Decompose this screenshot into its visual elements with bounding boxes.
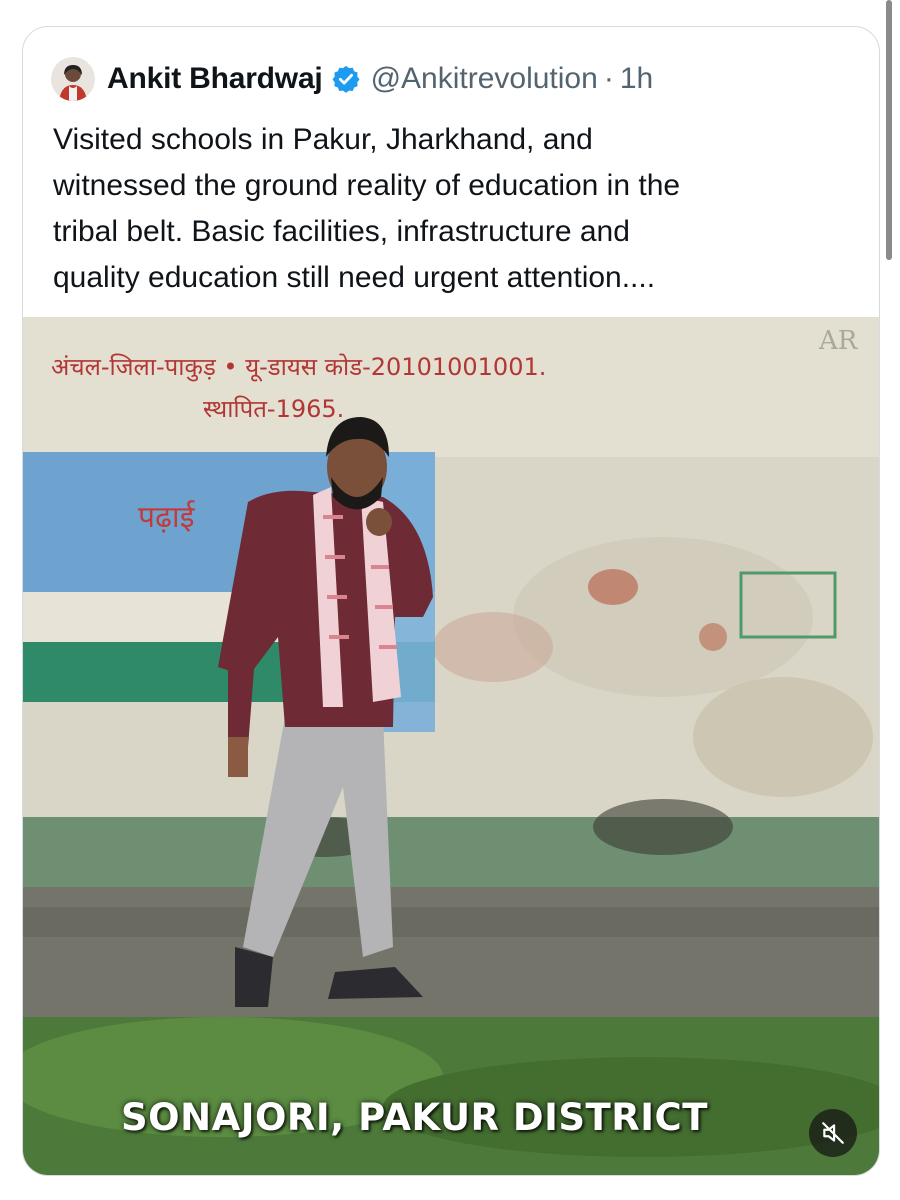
tweet-timestamp[interactable]: 1h xyxy=(620,62,653,96)
mute-button[interactable] xyxy=(809,1109,857,1157)
tweet-text: Visited schools in Pakur, Jharkhand, and… xyxy=(53,117,853,301)
tweet-header: Ankit Bhardwaj @Ankitrevolution · 1h xyxy=(51,55,653,103)
user-avatar-icon[interactable] xyxy=(51,57,95,101)
video-frame: पढ़ाई अंचल-जिला-पाकुड़ • यू-डायस कोड-201… xyxy=(23,317,879,1175)
page: Ankit Bhardwaj @Ankitrevolution · 1h Vis… xyxy=(0,0,900,1200)
scrollbar-thumb[interactable] xyxy=(886,0,892,260)
tweet-text-line: quality education still need urgent atte… xyxy=(53,261,656,294)
author-name[interactable]: Ankit Bhardwaj xyxy=(107,62,323,96)
tweet-text-line: witnessed the ground reality of educatio… xyxy=(53,169,681,202)
quoted-tweet-card[interactable]: Ankit Bhardwaj @Ankitrevolution · 1h Vis… xyxy=(22,26,880,1176)
wall-text-line1: अंचल-जिला-पाकुड़ • यू-डायस कोड-201010010… xyxy=(51,353,546,382)
author-handle[interactable]: @Ankitrevolution xyxy=(371,62,598,96)
verified-badge-icon xyxy=(332,65,360,93)
separator-dot: · xyxy=(603,62,614,95)
video-player[interactable]: पढ़ाई अंचल-जिला-पाकुड़ • यू-डायस कोड-201… xyxy=(23,317,879,1175)
wall-corner-text: AR xyxy=(818,326,859,356)
mural-text: पढ़ाई xyxy=(138,500,196,535)
speaker-muted-icon xyxy=(822,1122,844,1144)
tweet-text-line: Visited schools in Pakur, Jharkhand, and xyxy=(53,123,593,156)
wall-text-line2: स्थापित-1965. xyxy=(203,395,344,423)
video-caption: SONAJORI, PAKUR DISTRICT xyxy=(121,1096,708,1139)
tweet-text-line: tribal belt. Basic facilities, infrastru… xyxy=(53,215,630,248)
